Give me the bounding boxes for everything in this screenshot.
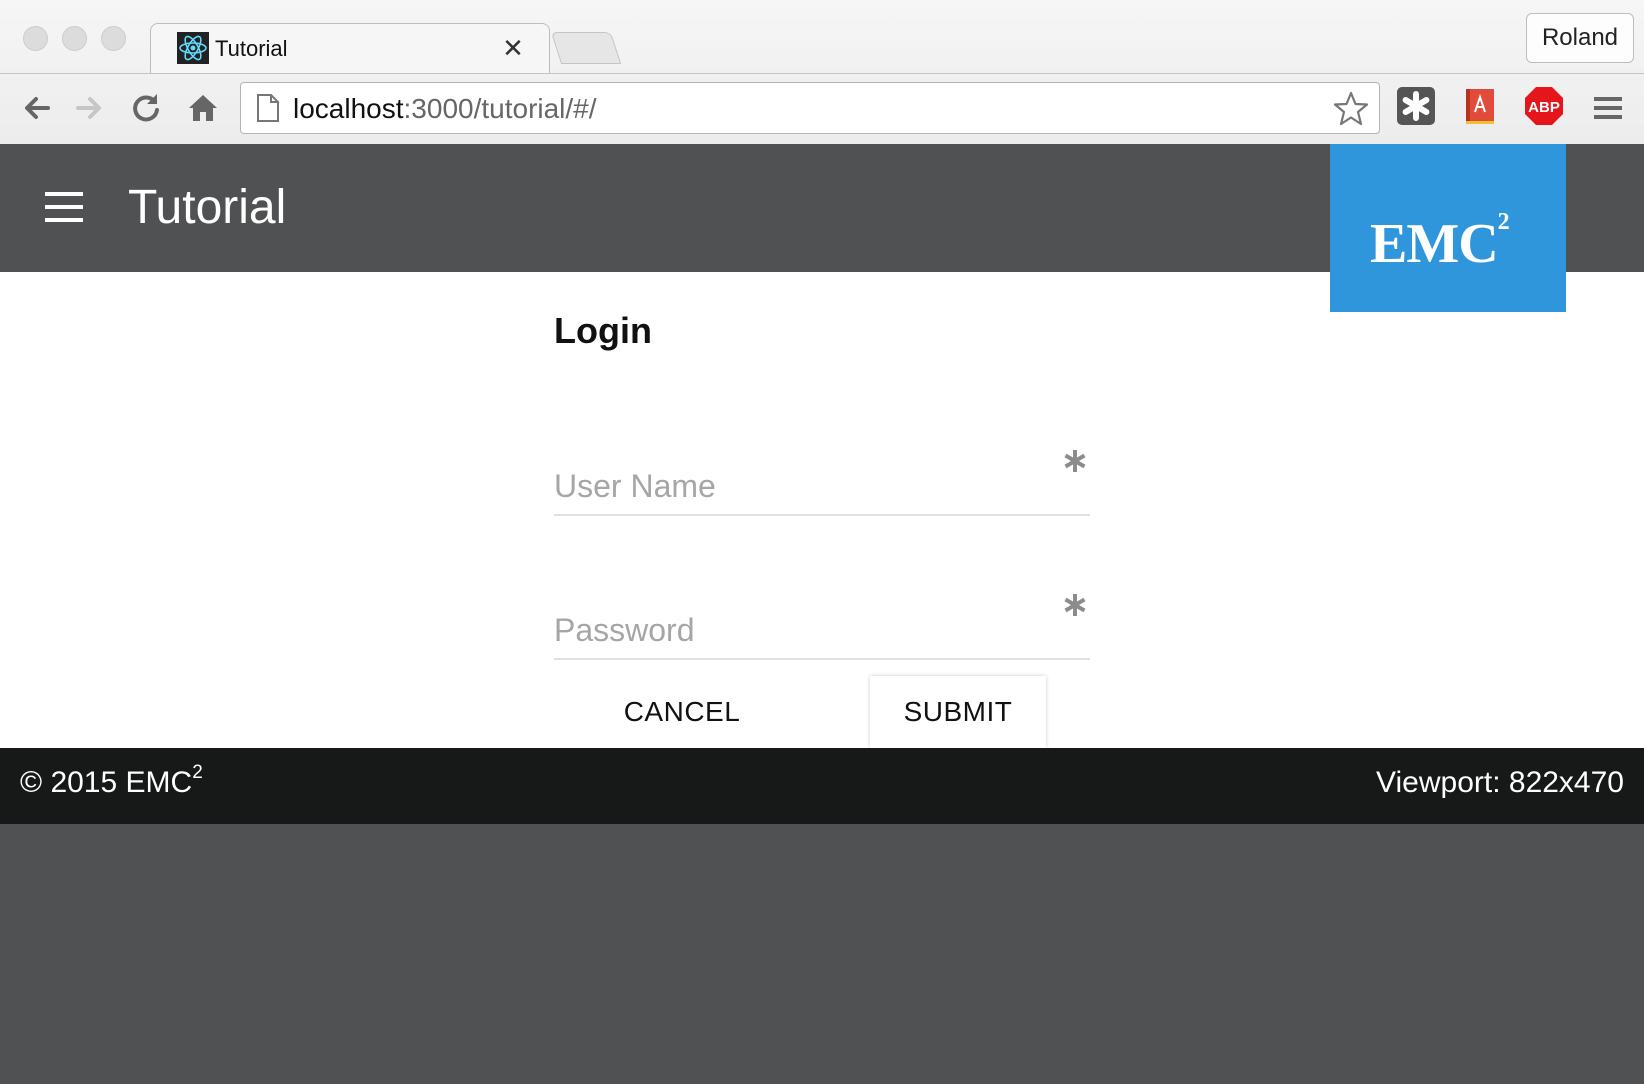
viewport-size-text: Viewport: 822x470: [1376, 766, 1624, 799]
acrobat-extension-icon[interactable]: [1460, 86, 1500, 126]
address-bar[interactable]: localhost:3000/tutorial/#/: [240, 82, 1380, 134]
copyright-text: © 2015 EMC2: [20, 762, 203, 799]
window-close-button[interactable]: [23, 26, 48, 51]
app-footer: © 2015 EMC2 Viewport: 822x470: [0, 748, 1644, 824]
adblock-plus-icon[interactable]: ABP: [1524, 86, 1564, 126]
window-minimize-button[interactable]: [62, 26, 87, 51]
cancel-button[interactable]: CANCEL: [594, 676, 770, 748]
password-input[interactable]: [554, 610, 1034, 650]
window-zoom-button[interactable]: [101, 26, 126, 51]
browser-tab[interactable]: Tutorial ✕: [150, 23, 550, 73]
forward-icon[interactable]: [70, 88, 110, 128]
new-tab-button[interactable]: [550, 32, 622, 64]
tab-close-icon[interactable]: ✕: [499, 32, 527, 64]
chrome-menu-icon[interactable]: [1588, 88, 1628, 128]
login-form: Login CANCEL SUBMIT: [554, 272, 1090, 748]
emc-logo: EMC2: [1330, 144, 1566, 312]
back-icon[interactable]: [16, 88, 56, 128]
password-field-container: [554, 590, 1090, 660]
url-text: localhost:3000/tutorial/#/: [293, 93, 597, 124]
bookmark-star-icon[interactable]: [1331, 89, 1371, 129]
username-input[interactable]: [554, 466, 1034, 506]
extension-puzzle-icon[interactable]: [1396, 86, 1436, 126]
profile-button[interactable]: Roland: [1526, 13, 1634, 63]
required-asterisk-icon: [1062, 448, 1088, 474]
react-atom-icon: [177, 32, 209, 64]
browser-chrome: Tutorial ✕ Roland localhost:3000/tutoria…: [0, 0, 1644, 144]
submit-button[interactable]: SUBMIT: [870, 676, 1046, 748]
browser-titlebar: Tutorial ✕ Roland: [0, 0, 1644, 73]
username-field-container: [554, 446, 1090, 516]
required-asterisk-icon: [1062, 592, 1088, 618]
menu-icon[interactable]: [45, 192, 83, 222]
tab-title: Tutorial: [215, 36, 288, 61]
browser-toolbar: localhost:3000/tutorial/#/ ABP: [0, 73, 1644, 144]
home-icon[interactable]: [183, 88, 223, 128]
emc-logo-text: EMC2: [1370, 209, 1510, 275]
main-content: Login CANCEL SUBMIT: [0, 272, 1644, 748]
app-title: Tutorial: [128, 181, 287, 234]
reload-icon[interactable]: [126, 88, 166, 128]
page-icon: [255, 93, 281, 123]
login-title: Login: [554, 310, 652, 351]
svg-text:ABP: ABP: [1528, 99, 1560, 116]
